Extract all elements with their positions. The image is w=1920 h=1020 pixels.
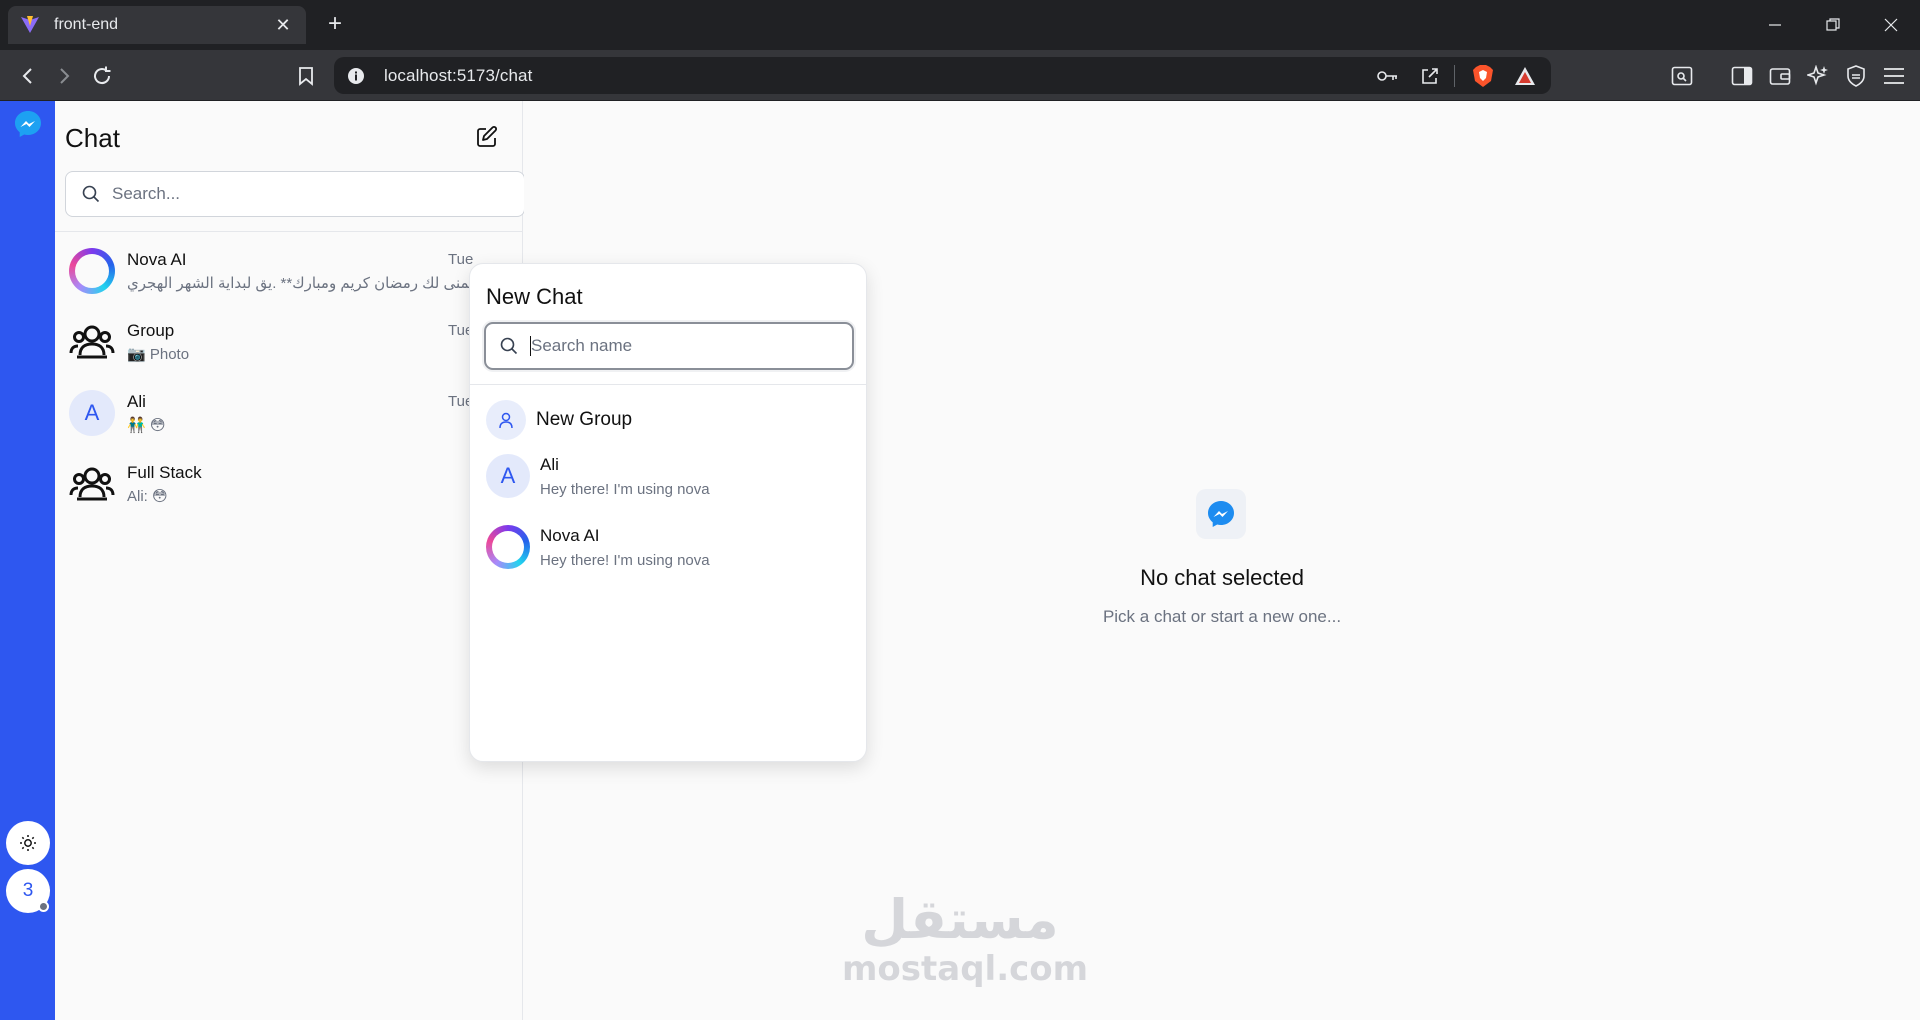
search-icon	[82, 185, 100, 203]
chat-preview: 📷 Photo	[127, 345, 190, 363]
messenger-logo-icon[interactable]	[13, 109, 43, 139]
search-icon	[500, 337, 518, 355]
chat-list-item-nova-ai[interactable]: Nova AI أتمنى لك رمضان كريم ومبارك** .يق…	[55, 235, 523, 306]
contact-name: Nova AI	[540, 525, 600, 545]
contact-status: Hey there! I'm using nova	[540, 480, 710, 498]
brave-shields-icon[interactable]	[1469, 62, 1497, 90]
wallet-icon[interactable]	[1764, 60, 1796, 92]
tab-close-icon[interactable]: ✕	[272, 15, 294, 36]
group-icon	[69, 467, 115, 500]
reload-icon[interactable]	[86, 60, 118, 92]
watermark-latin: mostaql.com	[842, 949, 1089, 989]
brave-rewards-icon[interactable]	[1511, 62, 1539, 90]
chat-app: 3 Chat Search... Nova AI أتمنى لك رمضان …	[0, 101, 1920, 1020]
browser-tab-bar: front-end ✕ +	[0, 0, 1920, 50]
password-key-icon[interactable]	[1374, 62, 1402, 90]
sidebar-toggle-icon[interactable]	[1726, 60, 1758, 92]
user-icon	[499, 412, 513, 429]
profile-avatar-button[interactable]: 3	[6, 869, 50, 913]
nav-rail: 3	[0, 101, 55, 1020]
leo-ai-icon[interactable]	[1802, 60, 1834, 92]
vite-logo-icon	[21, 16, 39, 33]
presence-dot	[38, 901, 49, 912]
full-stack-avatar	[69, 461, 115, 507]
chat-list-item-ali[interactable]: A Ali 👬 😳 Tue	[55, 377, 523, 448]
chat-list-item-full-stack[interactable]: Full Stack Ali: 😳	[55, 448, 523, 519]
ali-avatar: A	[486, 454, 530, 498]
contact-item-nova-ai[interactable]: Nova AI Hey there! I'm using nova	[486, 525, 710, 569]
chat-time: Tue	[448, 251, 474, 268]
contact-item-ali[interactable]: A Ali Hey there! I'm using nova	[486, 454, 710, 498]
chat-preview: Ali: 😳	[127, 487, 168, 505]
group-avatar	[69, 319, 115, 365]
minimize-icon[interactable]	[1746, 0, 1804, 50]
watermark-arabic: مستقل	[861, 888, 1059, 951]
vpn-shield-icon[interactable]	[1840, 60, 1872, 92]
window-controls	[1746, 0, 1920, 50]
profile-avatar-letter: 3	[22, 880, 34, 901]
theme-toggle-button[interactable]	[6, 821, 50, 865]
tab-title: front-end	[54, 16, 119, 33]
group-icon	[69, 325, 115, 358]
site-info-icon[interactable]	[346, 66, 366, 86]
address-bar[interactable]: localhost:5173/chat	[334, 57, 1551, 94]
popover-divider	[470, 384, 866, 385]
chat-sidebar: Chat Search... Nova AI أتمنى لك رمضان كر…	[55, 101, 525, 1020]
chat-list-item-group[interactable]: Group 📷 Photo Tue	[55, 306, 523, 377]
contact-search-placeholder: Search name	[531, 336, 633, 355]
new-group-button[interactable]: New Group	[486, 400, 632, 440]
chat-search-input[interactable]: Search...	[65, 171, 525, 217]
chat-list: Nova AI أتمنى لك رمضان كريم ومبارك** .يق…	[55, 235, 523, 519]
empty-state-icon-box	[1196, 489, 1246, 539]
sidebar-title: Chat	[65, 123, 120, 153]
contact-name: Ali	[540, 454, 559, 474]
new-tab-icon[interactable]: +	[320, 10, 350, 40]
back-icon[interactable]	[12, 60, 44, 92]
chat-preview: أتمنى لك رمضان كريم ومبارك** .يق لبداية …	[127, 274, 478, 292]
reader-mode-icon[interactable]	[1666, 60, 1698, 92]
sun-icon	[20, 835, 36, 851]
ali-avatar: A	[69, 389, 115, 436]
new-group-avatar	[486, 400, 526, 440]
messenger-icon	[1208, 501, 1234, 527]
browser-toolbar: localhost:5173/chat	[0, 50, 1920, 101]
chat-preview: 👬 😳	[127, 416, 166, 434]
bookmark-icon[interactable]	[290, 60, 322, 92]
contact-search-input[interactable]: Search name	[484, 322, 854, 370]
chat-search-placeholder: Search...	[112, 184, 181, 203]
new-chat-compose-icon[interactable]	[475, 125, 499, 149]
restore-icon[interactable]	[1804, 0, 1862, 50]
menu-icon[interactable]	[1878, 60, 1910, 92]
chat-name: Full Stack	[127, 462, 202, 482]
sidebar-divider	[55, 231, 523, 232]
new-chat-popover: New Chat Search name New Group A Ali Hey…	[469, 263, 867, 762]
browser-tab[interactable]: front-end ✕	[8, 6, 306, 44]
share-icon[interactable]	[1416, 62, 1444, 90]
new-group-label: New Group	[536, 409, 633, 430]
window-close-icon[interactable]	[1862, 0, 1920, 50]
url-text: localhost:5173/chat	[384, 65, 533, 85]
nova-ai-avatar	[486, 525, 530, 569]
nova-ai-avatar	[69, 247, 115, 294]
address-separator	[1454, 64, 1455, 87]
forward-icon[interactable]	[48, 60, 80, 92]
mostaql-watermark: مستقل mostaql.com	[842, 888, 1089, 989]
popover-title: New Chat	[486, 284, 583, 309]
contact-status: Hey there! I'm using nova	[540, 551, 710, 569]
